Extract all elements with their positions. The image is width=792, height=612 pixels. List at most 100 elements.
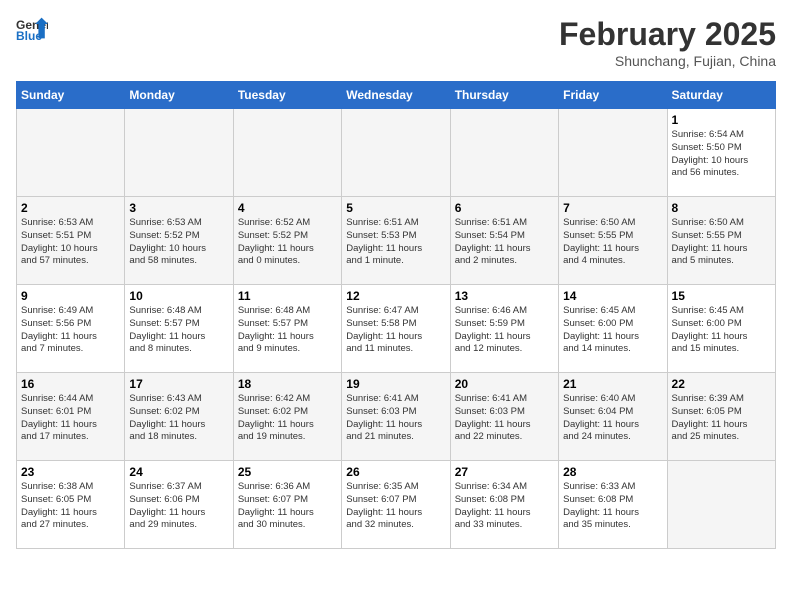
day-number: 6 bbox=[455, 201, 554, 215]
logo: General Blue bbox=[16, 16, 48, 44]
day-info: Sunrise: 6:37 AM Sunset: 6:06 PM Dayligh… bbox=[129, 481, 228, 532]
day-number: 9 bbox=[21, 289, 120, 303]
day-number: 1 bbox=[672, 113, 771, 127]
day-info: Sunrise: 6:53 AM Sunset: 5:52 PM Dayligh… bbox=[129, 217, 228, 268]
day-info: Sunrise: 6:51 AM Sunset: 5:54 PM Dayligh… bbox=[455, 217, 554, 268]
day-number: 11 bbox=[238, 289, 337, 303]
day-cell: 24 Sunrise: 6:37 AM Sunset: 6:06 PM Dayli… bbox=[125, 461, 233, 549]
day-info: Sunrise: 6:40 AM Sunset: 6:04 PM Dayligh… bbox=[563, 393, 662, 444]
day-cell: 19 Sunrise: 6:41 AM Sunset: 6:03 PM Dayli… bbox=[342, 373, 450, 461]
header: General Blue February 2025 Shunchang, Fu… bbox=[16, 16, 776, 69]
day-cell bbox=[125, 109, 233, 197]
day-cell: 16 Sunrise: 6:44 AM Sunset: 6:01 PM Dayli… bbox=[17, 373, 125, 461]
header-row: SundayMondayTuesdayWednesdayThursdayFrid… bbox=[17, 82, 776, 109]
day-cell: 26 Sunrise: 6:35 AM Sunset: 6:07 PM Dayli… bbox=[342, 461, 450, 549]
day-number: 14 bbox=[563, 289, 662, 303]
day-cell: 12Sunrise: 6:47 AM Sunset: 5:58 PM Dayli… bbox=[342, 285, 450, 373]
day-info: Sunrise: 6:52 AM Sunset: 5:52 PM Dayligh… bbox=[238, 217, 337, 268]
day-info: Sunrise: 6:41 AM Sunset: 6:03 PM Dayligh… bbox=[346, 393, 445, 444]
day-info: Sunrise: 6:42 AM Sunset: 6:02 PM Dayligh… bbox=[238, 393, 337, 444]
month-title: February 2025 bbox=[559, 16, 776, 53]
day-cell: 18 Sunrise: 6:42 AM Sunset: 6:02 PM Dayli… bbox=[233, 373, 341, 461]
calendar-table: SundayMondayTuesdayWednesdayThursdayFrid… bbox=[16, 81, 776, 549]
day-cell: 15 Sunrise: 6:45 AM Sunset: 6:00 PM Dayli… bbox=[667, 285, 775, 373]
day-info: Sunrise: 6:47 AM Sunset: 5:58 PM Dayligh… bbox=[346, 305, 445, 356]
day-info: Sunrise: 6:50 AM Sunset: 5:55 PM Dayligh… bbox=[563, 217, 662, 268]
day-cell: 9 Sunrise: 6:49 AM Sunset: 5:56 PM Daylig… bbox=[17, 285, 125, 373]
day-cell: 14 Sunrise: 6:45 AM Sunset: 6:00 PM Dayli… bbox=[559, 285, 667, 373]
day-number: 26 bbox=[346, 465, 445, 479]
day-cell: 28 Sunrise: 6:33 AM Sunset: 6:08 PM Dayli… bbox=[559, 461, 667, 549]
day-cell: 25 Sunrise: 6:36 AM Sunset: 6:07 PM Dayli… bbox=[233, 461, 341, 549]
day-number: 19 bbox=[346, 377, 445, 391]
day-cell: 13 Sunrise: 6:46 AM Sunset: 5:59 PM Dayli… bbox=[450, 285, 558, 373]
day-cell: 27 Sunrise: 6:34 AM Sunset: 6:08 PM Dayli… bbox=[450, 461, 558, 549]
day-number: 13 bbox=[455, 289, 554, 303]
day-cell bbox=[450, 109, 558, 197]
day-info: Sunrise: 6:48 AM Sunset: 5:57 PM Dayligh… bbox=[238, 305, 337, 356]
day-number: 3 bbox=[129, 201, 228, 215]
day-cell: 2Sunrise: 6:53 AM Sunset: 5:51 PM Daylig… bbox=[17, 197, 125, 285]
day-number: 25 bbox=[238, 465, 337, 479]
day-number: 24 bbox=[129, 465, 228, 479]
day-cell: 7Sunrise: 6:50 AM Sunset: 5:55 PM Daylig… bbox=[559, 197, 667, 285]
day-number: 18 bbox=[238, 377, 337, 391]
day-info: Sunrise: 6:35 AM Sunset: 6:07 PM Dayligh… bbox=[346, 481, 445, 532]
day-info: Sunrise: 6:48 AM Sunset: 5:57 PM Dayligh… bbox=[129, 305, 228, 356]
day-info: Sunrise: 6:45 AM Sunset: 6:00 PM Dayligh… bbox=[672, 305, 771, 356]
day-number: 17 bbox=[129, 377, 228, 391]
day-number: 28 bbox=[563, 465, 662, 479]
day-info: Sunrise: 6:36 AM Sunset: 6:07 PM Dayligh… bbox=[238, 481, 337, 532]
day-info: Sunrise: 6:50 AM Sunset: 5:55 PM Dayligh… bbox=[672, 217, 771, 268]
day-number: 5 bbox=[346, 201, 445, 215]
weekday-header-sunday: Sunday bbox=[17, 82, 125, 109]
day-info: Sunrise: 6:49 AM Sunset: 5:56 PM Dayligh… bbox=[21, 305, 120, 356]
day-info: Sunrise: 6:41 AM Sunset: 6:03 PM Dayligh… bbox=[455, 393, 554, 444]
day-cell: 8 Sunrise: 6:50 AM Sunset: 5:55 PM Daylig… bbox=[667, 197, 775, 285]
day-cell: 6 Sunrise: 6:51 AM Sunset: 5:54 PM Daylig… bbox=[450, 197, 558, 285]
week-row-3: 9 Sunrise: 6:49 AM Sunset: 5:56 PM Daylig… bbox=[17, 285, 776, 373]
day-number: 21 bbox=[563, 377, 662, 391]
day-cell: 3 Sunrise: 6:53 AM Sunset: 5:52 PM Daylig… bbox=[125, 197, 233, 285]
weekday-header-saturday: Saturday bbox=[667, 82, 775, 109]
logo-icon: General Blue bbox=[16, 16, 48, 44]
weekday-header-wednesday: Wednesday bbox=[342, 82, 450, 109]
day-cell: 20Sunrise: 6:41 AM Sunset: 6:03 PM Dayli… bbox=[450, 373, 558, 461]
day-cell: 17 Sunrise: 6:43 AM Sunset: 6:02 PM Dayli… bbox=[125, 373, 233, 461]
day-cell bbox=[233, 109, 341, 197]
day-cell: 5 Sunrise: 6:51 AM Sunset: 5:53 PM Daylig… bbox=[342, 197, 450, 285]
day-cell bbox=[17, 109, 125, 197]
day-cell: 4Sunrise: 6:52 AM Sunset: 5:52 PM Daylig… bbox=[233, 197, 341, 285]
day-number: 27 bbox=[455, 465, 554, 479]
weekday-header-tuesday: Tuesday bbox=[233, 82, 341, 109]
day-cell: 23Sunrise: 6:38 AM Sunset: 6:05 PM Dayli… bbox=[17, 461, 125, 549]
day-cell: 22Sunrise: 6:39 AM Sunset: 6:05 PM Dayli… bbox=[667, 373, 775, 461]
day-number: 8 bbox=[672, 201, 771, 215]
day-cell bbox=[559, 109, 667, 197]
day-cell: 1 Sunrise: 6:54 AM Sunset: 5:50 PM Daylig… bbox=[667, 109, 775, 197]
day-info: Sunrise: 6:33 AM Sunset: 6:08 PM Dayligh… bbox=[563, 481, 662, 532]
week-row-4: 16 Sunrise: 6:44 AM Sunset: 6:01 PM Dayli… bbox=[17, 373, 776, 461]
day-info: Sunrise: 6:34 AM Sunset: 6:08 PM Dayligh… bbox=[455, 481, 554, 532]
day-number: 10 bbox=[129, 289, 228, 303]
weekday-header-friday: Friday bbox=[559, 82, 667, 109]
day-info: Sunrise: 6:44 AM Sunset: 6:01 PM Dayligh… bbox=[21, 393, 120, 444]
weekday-header-thursday: Thursday bbox=[450, 82, 558, 109]
day-cell: 11 Sunrise: 6:48 AM Sunset: 5:57 PM Dayli… bbox=[233, 285, 341, 373]
title-area: February 2025 Shunchang, Fujian, China bbox=[559, 16, 776, 69]
day-info: Sunrise: 6:46 AM Sunset: 5:59 PM Dayligh… bbox=[455, 305, 554, 356]
svg-text:Blue: Blue bbox=[16, 29, 42, 43]
day-info: Sunrise: 6:54 AM Sunset: 5:50 PM Dayligh… bbox=[672, 129, 771, 180]
week-row-2: 2Sunrise: 6:53 AM Sunset: 5:51 PM Daylig… bbox=[17, 197, 776, 285]
day-info: Sunrise: 6:45 AM Sunset: 6:00 PM Dayligh… bbox=[563, 305, 662, 356]
day-number: 23 bbox=[21, 465, 120, 479]
day-info: Sunrise: 6:51 AM Sunset: 5:53 PM Dayligh… bbox=[346, 217, 445, 268]
day-number: 15 bbox=[672, 289, 771, 303]
day-number: 2 bbox=[21, 201, 120, 215]
weekday-header-monday: Monday bbox=[125, 82, 233, 109]
week-row-5: 23Sunrise: 6:38 AM Sunset: 6:05 PM Dayli… bbox=[17, 461, 776, 549]
day-info: Sunrise: 6:43 AM Sunset: 6:02 PM Dayligh… bbox=[129, 393, 228, 444]
day-cell bbox=[342, 109, 450, 197]
day-number: 16 bbox=[21, 377, 120, 391]
day-cell: 10 Sunrise: 6:48 AM Sunset: 5:57 PM Dayli… bbox=[125, 285, 233, 373]
